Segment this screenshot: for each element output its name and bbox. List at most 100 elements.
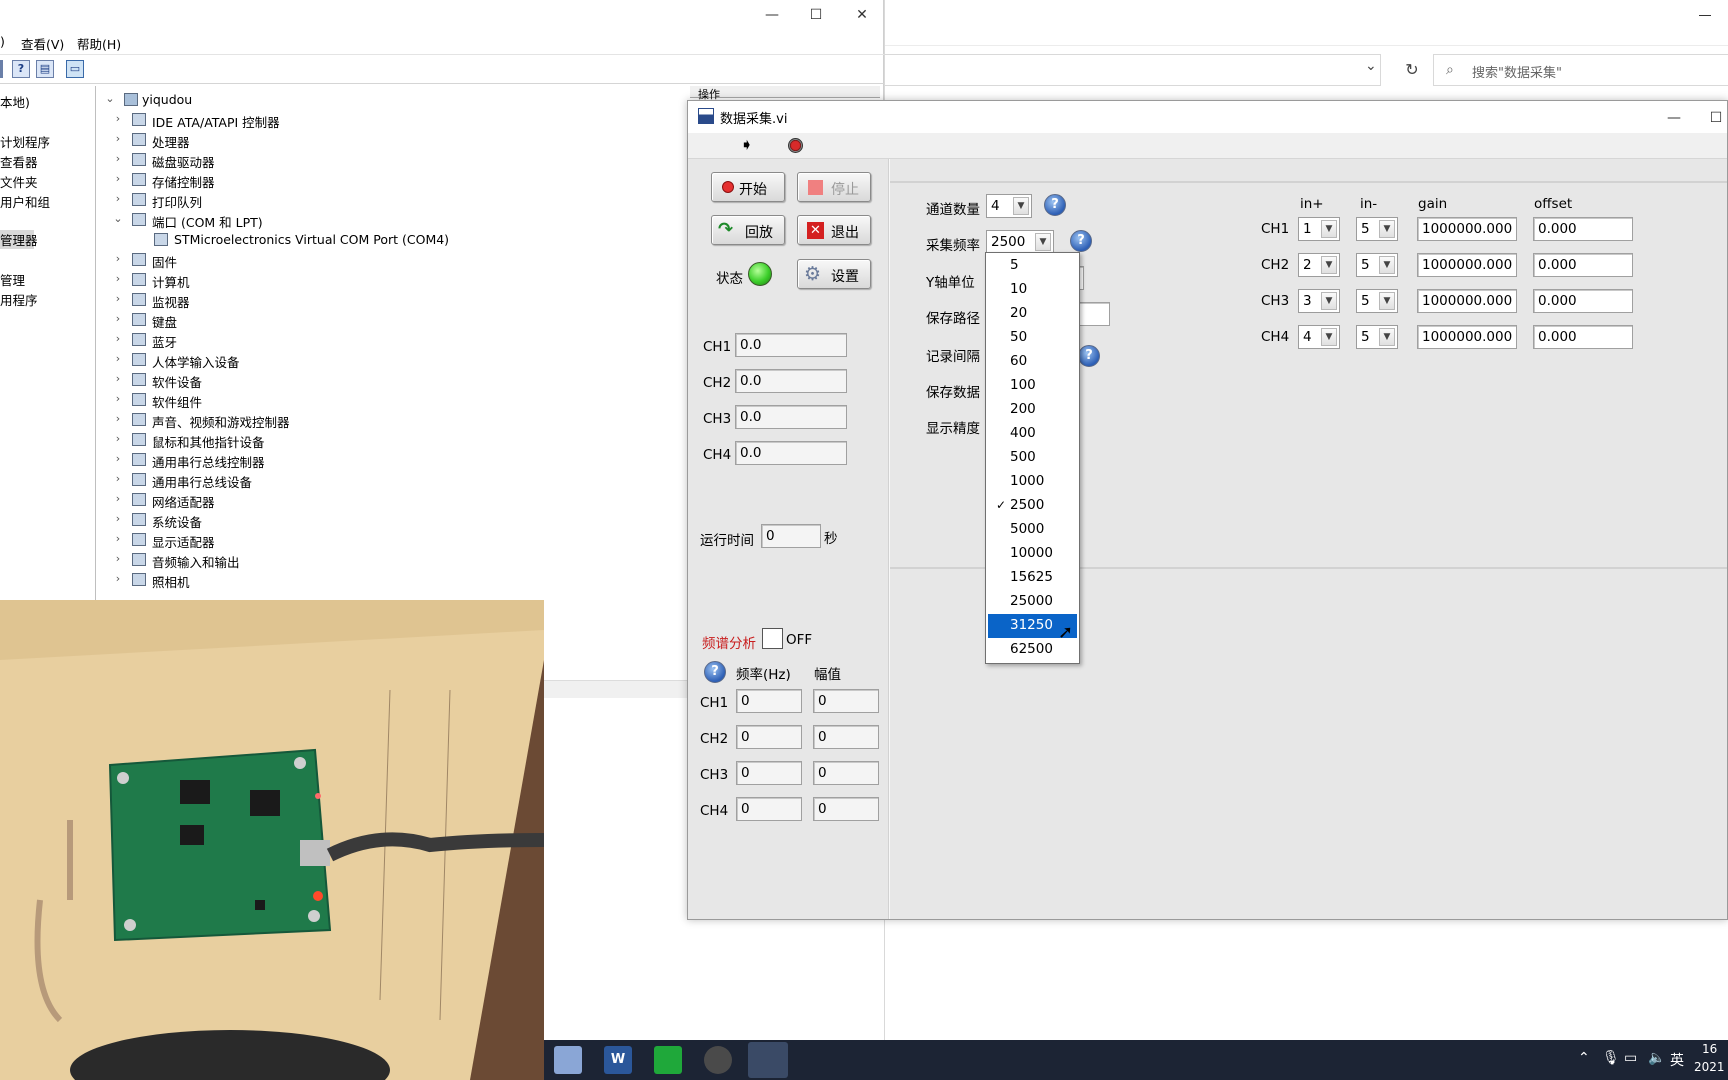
chevron-down-icon[interactable]: ▼ xyxy=(1379,328,1395,346)
gain-input[interactable]: 1000000.000 xyxy=(1417,217,1517,241)
tree-category[interactable]: › 键盘 xyxy=(100,310,680,330)
menu-view[interactable]: 查看(V) xyxy=(21,34,64,53)
tree-root[interactable]: ⌄ yiqudou xyxy=(100,90,680,110)
chevron-down-icon[interactable]: ⌄ xyxy=(112,212,124,225)
tree-category[interactable]: › 固件 xyxy=(100,250,680,270)
chevron-up-icon[interactable]: ⌃ xyxy=(1578,1050,1590,1066)
network-icon[interactable]: ▭ xyxy=(1624,1050,1637,1066)
chevron-down-icon[interactable]: ▼ xyxy=(1379,220,1395,238)
help-icon[interactable]: ? xyxy=(12,60,30,78)
word-icon[interactable]: W xyxy=(604,1046,632,1074)
taskbar-app-icon[interactable] xyxy=(554,1046,582,1074)
chevron-down-icon[interactable]: ▼ xyxy=(1321,220,1337,238)
close-icon[interactable]: ✕ xyxy=(850,4,874,26)
chevron-right-icon[interactable]: › xyxy=(112,192,124,205)
explorer-minimize-button[interactable] xyxy=(1695,6,1715,26)
chevron-right-icon[interactable]: › xyxy=(112,452,124,465)
sample-rate-option[interactable]: 5000 xyxy=(988,518,1077,542)
chevron-down-icon[interactable]: ⌄ xyxy=(104,92,116,105)
sample-rate-option[interactable]: 1000 xyxy=(988,470,1077,494)
sample-rate-option[interactable]: ✓ 2500 xyxy=(988,494,1077,518)
properties-icon[interactable]: ▤ xyxy=(36,60,54,78)
chevron-right-icon[interactable]: › xyxy=(112,412,124,425)
monitor-icon[interactable]: ▭ xyxy=(66,60,84,78)
chevron-right-icon[interactable]: › xyxy=(112,432,124,445)
spectrum-toggle[interactable] xyxy=(762,628,783,649)
stop-button[interactable]: 停止 xyxy=(797,172,871,202)
chevron-down-icon[interactable]: ▼ xyxy=(1035,233,1051,251)
tree-device-item[interactable]: STMicroelectronics Virtual COM Port (COM… xyxy=(100,230,680,250)
tree-category[interactable]: › 磁盘驱动器 xyxy=(100,150,680,170)
tree-category[interactable]: › 软件组件 xyxy=(100,390,680,410)
tree-category[interactable]: › 音频输入和输出 xyxy=(100,550,680,570)
chevron-right-icon[interactable]: › xyxy=(112,252,124,265)
tree-category[interactable]: › 存储控制器 xyxy=(100,170,680,190)
ime-indicator[interactable]: 英 xyxy=(1670,1050,1684,1070)
console-item[interactable]: 查看器 xyxy=(0,152,38,171)
sample-rate-dropdown-list[interactable]: 5 10 20 50 60 100 200 400 500 1000 ✓ 2500 5000 10000 1… xyxy=(985,252,1080,664)
chevron-down-icon[interactable]: ▼ xyxy=(1321,292,1337,310)
inn-select[interactable]: 5 ▼ xyxy=(1356,289,1398,313)
console-item[interactable]: 计划程序 xyxy=(0,132,50,151)
sample-rate-option[interactable]: 25000 xyxy=(988,590,1077,614)
sample-rate-option[interactable]: 500 xyxy=(988,446,1077,470)
explorer-search-input[interactable]: ⌕ 搜索"数据采集" xyxy=(1433,54,1728,86)
chevron-right-icon[interactable]: › xyxy=(112,292,124,305)
maximize-icon[interactable]: ☐ xyxy=(1704,107,1728,129)
console-item[interactable]: 本地) xyxy=(0,92,30,111)
replay-button[interactable]: ↷ 回放 xyxy=(711,215,785,245)
tree-category[interactable]: › 鼠标和其他指针设备 xyxy=(100,430,680,450)
console-item[interactable]: 文件夹 xyxy=(0,172,38,191)
inn-select[interactable]: 5 ▼ xyxy=(1356,217,1398,241)
explorer-address-bar[interactable] xyxy=(885,54,1381,86)
record-icon[interactable] xyxy=(704,1046,732,1074)
start-button[interactable]: 开始 xyxy=(711,172,785,202)
chevron-right-icon[interactable]: › xyxy=(112,392,124,405)
gain-input[interactable]: 1000000.000 xyxy=(1417,325,1517,349)
refresh-icon[interactable]: ↻ xyxy=(1397,54,1427,86)
offset-input[interactable]: 0.000 xyxy=(1533,217,1633,241)
sample-rate-option[interactable]: 200 xyxy=(988,398,1077,422)
minimize-icon[interactable]: — xyxy=(760,4,784,26)
chevron-down-icon[interactable]: ▼ xyxy=(1321,328,1337,346)
tree-category[interactable]: › 系统设备 xyxy=(100,510,680,530)
chevron-right-icon[interactable]: › xyxy=(112,512,124,525)
tree-category[interactable]: › 处理器 xyxy=(100,130,680,150)
menu-help[interactable]: 帮助(H) xyxy=(77,34,121,53)
minimize-icon[interactable]: — xyxy=(1662,107,1686,129)
tree-category[interactable]: › 通用串行总线控制器 xyxy=(100,450,680,470)
console-item[interactable]: 管理 xyxy=(0,270,25,289)
menu-partial[interactable]: ) xyxy=(0,34,5,49)
chevron-down-icon[interactable]: ▼ xyxy=(1013,197,1029,215)
inp-select[interactable]: 3 ▼ xyxy=(1298,289,1340,313)
microphone-icon[interactable]: 🎙 xyxy=(1602,1050,1620,1066)
chevron-right-icon[interactable]: › xyxy=(112,132,124,145)
inn-select[interactable]: 5 ▼ xyxy=(1356,325,1398,349)
chevron-right-icon[interactable]: › xyxy=(112,332,124,345)
sample-rate-option[interactable]: 20 xyxy=(988,302,1077,326)
labview-taskbar-icon[interactable] xyxy=(748,1042,788,1078)
offset-input[interactable]: 0.000 xyxy=(1533,253,1633,277)
offset-input[interactable]: 0.000 xyxy=(1533,325,1633,349)
volume-icon[interactable]: 🔈 xyxy=(1648,1050,1665,1066)
chevron-down-icon[interactable]: ▼ xyxy=(1379,256,1395,274)
tree-category[interactable]: › 蓝牙 xyxy=(100,330,680,350)
chevron-right-icon[interactable]: › xyxy=(112,372,124,385)
sample-rate-option[interactable]: 100 xyxy=(988,374,1077,398)
chevron-right-icon[interactable]: › xyxy=(112,552,124,565)
chevron-right-icon[interactable]: › xyxy=(112,472,124,485)
chevron-right-icon[interactable]: › xyxy=(112,532,124,545)
sample-rate-option[interactable]: 15625 xyxy=(988,566,1077,590)
chevron-right-icon[interactable]: › xyxy=(112,572,124,585)
chevron-right-icon[interactable]: › xyxy=(112,112,124,125)
tree-category[interactable]: ⌄ 端口 (COM 和 LPT) xyxy=(100,210,680,230)
tree-category[interactable]: › 人体学输入设备 xyxy=(100,350,680,370)
inp-select[interactable]: 4 ▼ xyxy=(1298,325,1340,349)
inp-select[interactable]: 1 ▼ xyxy=(1298,217,1340,241)
abort-icon[interactable] xyxy=(788,138,803,153)
inp-select[interactable]: 2 ▼ xyxy=(1298,253,1340,277)
sample-rate-option[interactable]: 50 xyxy=(988,326,1077,350)
clock-date[interactable]: 2021 xyxy=(1694,1060,1725,1074)
tree-category[interactable]: › 计算机 xyxy=(100,270,680,290)
clock-time[interactable]: 16 xyxy=(1702,1042,1717,1056)
